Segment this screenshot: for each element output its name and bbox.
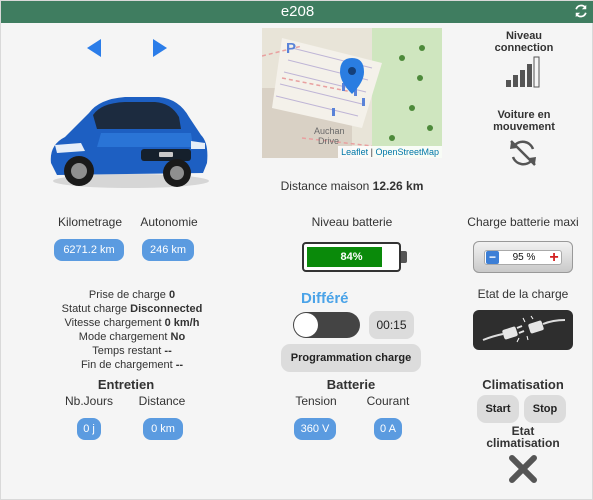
map-place-label: Auchan bbox=[314, 126, 345, 136]
statut-line: Statut charge Disconnected bbox=[21, 302, 243, 316]
toggle-knob bbox=[294, 313, 318, 337]
programmation-button[interactable]: Programmation charge bbox=[281, 344, 421, 372]
courant-label: Courant bbox=[366, 394, 410, 408]
charge-max-label: Charge batterie maxi bbox=[467, 215, 579, 229]
map[interactable]: P Auchan Drive Leaflet | OpenStreetMap bbox=[262, 28, 442, 158]
distance-label: Distance maison bbox=[280, 179, 370, 193]
clim-title: Climatisation bbox=[482, 377, 564, 392]
differe-toggle[interactable] bbox=[293, 312, 360, 338]
car-panel: e208 P Auchan Drive Leaflet | OpenStreet… bbox=[0, 0, 593, 500]
minus-button[interactable]: − bbox=[486, 251, 499, 264]
title-bar: e208 bbox=[1, 1, 593, 23]
leaflet-link[interactable]: Leaflet bbox=[341, 147, 368, 157]
entretien-title: Entretien bbox=[97, 377, 155, 392]
distance-value: 12.26 km bbox=[372, 179, 424, 193]
moving-label: Voiture en mouvement bbox=[477, 109, 571, 133]
arrow-right-icon[interactable] bbox=[151, 38, 169, 58]
etat-charge-label: Etat de la charge bbox=[477, 287, 569, 301]
clim-etat-label: Etat climatisation bbox=[477, 425, 569, 449]
courant-value: 0 A bbox=[374, 418, 402, 440]
charge-max-value: 95 % bbox=[512, 252, 536, 263]
plug-status-icon bbox=[473, 310, 573, 350]
connection-label-2: connection bbox=[494, 42, 554, 54]
autonomie-label: Autonomie bbox=[140, 215, 198, 229]
distance-entretien-value: 0 km bbox=[143, 418, 183, 440]
prise-line: Prise de charge 0 bbox=[21, 288, 243, 302]
fin-line: Fin de chargement -- bbox=[21, 358, 243, 372]
differe-label: Différé bbox=[301, 290, 349, 307]
connection-label-1: Niveau bbox=[505, 30, 543, 42]
distance-entretien-label: Distance bbox=[138, 394, 186, 408]
charge-status-block: Prise de charge 0 Statut charge Disconne… bbox=[21, 288, 243, 372]
differe-time[interactable]: 00:15 bbox=[369, 311, 414, 339]
clim-start-button[interactable]: Start bbox=[477, 395, 519, 423]
jours-label: Nb.Jours bbox=[64, 394, 114, 408]
fin-label: Fin de chargement bbox=[80, 359, 173, 371]
vitesse-value: 0 km/h bbox=[164, 317, 200, 329]
temps-label: Temps restant bbox=[92, 345, 162, 357]
connection-label: Niveau connection bbox=[477, 30, 571, 54]
jours-value: 0 j bbox=[77, 418, 101, 440]
temps-value: -- bbox=[164, 345, 172, 357]
distance-maison: Distance maison 12.26 km bbox=[262, 179, 442, 193]
map-place-label-2: Drive bbox=[318, 136, 340, 146]
plus-button[interactable]: + bbox=[547, 250, 561, 266]
tension-label: Tension bbox=[295, 394, 337, 408]
kilometrage-value: 6271.2 km bbox=[54, 239, 124, 261]
vitesse-label: Vitesse chargement bbox=[64, 317, 162, 329]
fin-value: -- bbox=[175, 359, 184, 371]
prise-value: 0 bbox=[168, 289, 176, 301]
battery-gauge: 84% bbox=[302, 242, 401, 272]
refresh-icon[interactable] bbox=[574, 4, 588, 18]
car-image bbox=[50, 97, 209, 188]
osm-link[interactable]: OpenStreetMap bbox=[375, 147, 439, 157]
prise-label: Prise de charge bbox=[88, 289, 166, 301]
arrow-left-icon[interactable] bbox=[85, 38, 103, 58]
charge-max-stepper[interactable]: − 95 % + bbox=[473, 241, 573, 273]
moving-label-2: mouvement bbox=[493, 121, 555, 133]
vitesse-line: Vitesse chargement 0 km/h bbox=[21, 316, 243, 330]
clim-etat-label-2: climatisation bbox=[486, 436, 560, 450]
statut-label: Statut charge bbox=[61, 303, 128, 315]
signal-bars-icon bbox=[506, 56, 540, 88]
kilometrage-label: Kilometrage bbox=[57, 215, 123, 229]
map-attribution: Leaflet | OpenStreetMap bbox=[338, 146, 442, 158]
battery-percent: 84% bbox=[340, 251, 363, 263]
autonomie-value: 246 km bbox=[142, 239, 194, 261]
clim-stop-button[interactable]: Stop bbox=[524, 395, 566, 423]
battery-tip bbox=[401, 251, 407, 263]
batterie-title: Batterie bbox=[326, 377, 376, 392]
close-icon bbox=[509, 455, 537, 483]
map-parking-label: P bbox=[286, 40, 297, 57]
mode-label: Mode chargement bbox=[78, 331, 168, 343]
temps-line: Temps restant -- bbox=[21, 344, 243, 358]
sync-disabled-icon bbox=[510, 140, 536, 166]
tension-value: 360 V bbox=[294, 418, 336, 440]
statut-value: Disconnected bbox=[130, 303, 203, 315]
mode-value: No bbox=[170, 331, 186, 343]
mode-line: Mode chargement No bbox=[21, 330, 243, 344]
moving-label-1: Voiture en bbox=[497, 109, 551, 121]
battery-label: Niveau batterie bbox=[311, 215, 393, 229]
page-title: e208 bbox=[280, 3, 315, 20]
